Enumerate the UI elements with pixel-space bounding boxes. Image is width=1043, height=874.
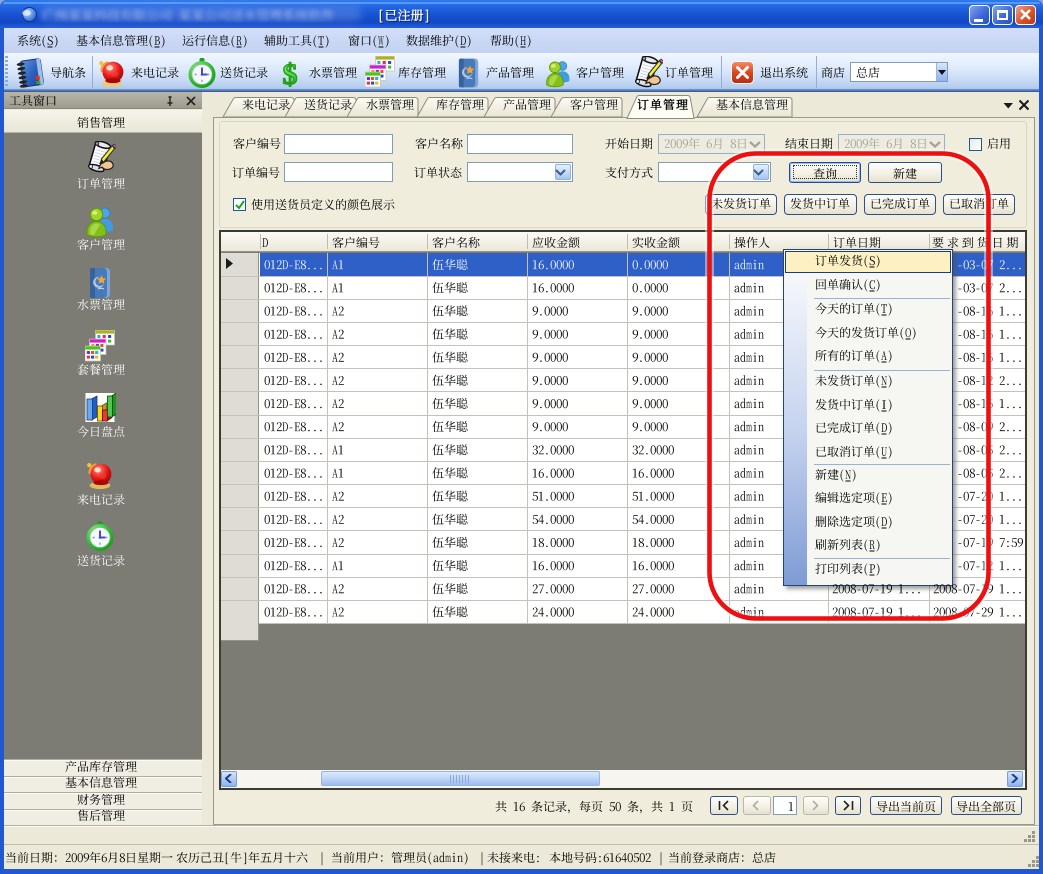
svg-text:$: $ xyxy=(283,58,298,88)
